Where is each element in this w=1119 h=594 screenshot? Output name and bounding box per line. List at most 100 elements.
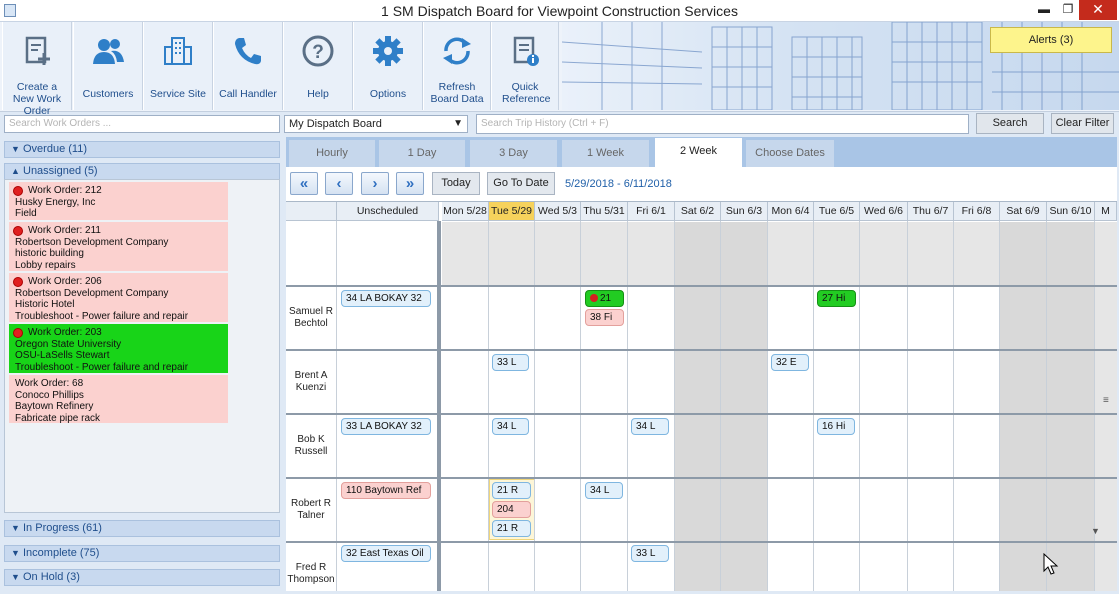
- tab-2-week[interactable]: 2 Week: [655, 138, 742, 167]
- scroll-grip-icon[interactable]: ≡: [1103, 395, 1109, 406]
- chevron-down-icon: ▼: [11, 144, 20, 154]
- refresh-icon: [443, 37, 471, 65]
- today-button[interactable]: Today: [432, 172, 480, 195]
- day-header[interactable]: Mon 6/4: [768, 202, 814, 221]
- trip-chip[interactable]: 32 East Texas Oil: [341, 545, 431, 562]
- priority-dot-icon: [13, 226, 23, 236]
- day-header[interactable]: Mon 5/28: [442, 202, 489, 221]
- ribbon: Create a New Work Order Customers Servic…: [0, 22, 1119, 117]
- row-separator: [286, 413, 1117, 415]
- overflow-background: [1095, 287, 1117, 591]
- weekend-background: [675, 287, 768, 591]
- day-header[interactable]: Fri 6/8: [954, 202, 1000, 221]
- day-header[interactable]: Thu 6/7: [908, 202, 954, 221]
- day-header[interactable]: Tue 6/5: [814, 202, 860, 221]
- tech-row-label[interactable]: Samuel R Bechtol: [286, 306, 336, 330]
- trip-chip[interactable]: 33 L: [492, 354, 529, 371]
- day-header[interactable]: Wed 6/6: [860, 202, 908, 221]
- create-work-order-button[interactable]: Create a New Work Order: [2, 22, 72, 117]
- clear-filter-button[interactable]: Clear Filter: [1051, 113, 1114, 134]
- work-order-card-selected[interactable]: Work Order: 203 Oregon State University …: [9, 324, 228, 373]
- day-header[interactable]: Sun 6/3: [721, 202, 768, 221]
- trip-chip[interactable]: 204: [492, 501, 531, 518]
- trip-chip[interactable]: 33 L: [631, 545, 669, 562]
- trip-chip[interactable]: 33 LA BOKAY 32: [341, 418, 431, 435]
- trip-chip[interactable]: 110 Baytown Ref: [341, 482, 431, 499]
- schedule-grid: Unscheduled Mon 5/28 Tue 5/29 Wed 5/3 Th…: [286, 201, 1117, 591]
- minimize-button[interactable]: ▬: [1032, 0, 1056, 20]
- call-handler-button[interactable]: Call Handler: [213, 22, 283, 110]
- dispatch-board-select[interactable]: My Dispatch Board ▼: [284, 115, 468, 133]
- search-work-orders-input[interactable]: Search Work Orders ...: [4, 115, 280, 133]
- refresh-board-data-button[interactable]: Refresh Board Data: [423, 22, 491, 110]
- tab-1-week[interactable]: 1 Week: [562, 140, 649, 167]
- last-page-button[interactable]: »: [396, 172, 424, 195]
- day-header[interactable]: Thu 5/31: [581, 202, 628, 221]
- work-order-card[interactable]: Work Order: 68 Conoco Phillips Baytown R…: [9, 375, 228, 424]
- tech-row-label[interactable]: Robert R Talner: [286, 498, 336, 522]
- tech-row-label[interactable]: Bob K Russell: [286, 434, 336, 458]
- call-handler-label: Call Handler: [219, 88, 277, 100]
- day-header[interactable]: Sat 6/9: [1000, 202, 1047, 221]
- close-button[interactable]: ✕: [1079, 0, 1117, 20]
- phone-icon: [235, 38, 261, 65]
- trip-chip[interactable]: 34 LA BOKAY 32: [341, 290, 431, 307]
- priority-dot-icon: [13, 186, 23, 196]
- help-button[interactable]: ? Help: [283, 22, 353, 110]
- work-order-card[interactable]: Work Order: 211 Robertson Development Co…: [9, 222, 228, 271]
- trip-chip[interactable]: 21 R: [492, 520, 531, 537]
- row-separator: [286, 477, 1117, 479]
- tech-row-label[interactable]: Fred R Thompson: [286, 562, 336, 586]
- options-button[interactable]: Options: [353, 22, 423, 110]
- customers-button[interactable]: Customers: [73, 22, 143, 110]
- trip-chip[interactable]: 27 Hi: [817, 290, 856, 307]
- group-unassigned[interactable]: ▲ Unassigned (5): [4, 163, 280, 180]
- group-in-progress[interactable]: ▼ In Progress (61): [4, 520, 280, 537]
- search-trip-history-input[interactable]: Search Trip History (Ctrl + F): [476, 114, 969, 134]
- group-incomplete[interactable]: ▼ Incomplete (75): [4, 545, 280, 562]
- work-order-title: Work Order: 212: [28, 185, 102, 196]
- search-button[interactable]: Search: [976, 113, 1044, 134]
- work-order-card[interactable]: Work Order: 212 Husky Energy, Inc Field: [9, 182, 228, 220]
- day-header[interactable]: Sun 6/10: [1047, 202, 1095, 221]
- tech-row-label[interactable]: Brent A Kuenzi: [286, 370, 336, 394]
- trip-chip[interactable]: 21 R: [492, 482, 531, 499]
- group-on-hold[interactable]: ▼ On Hold (3): [4, 569, 280, 586]
- customers-icon: [93, 39, 124, 64]
- work-order-title: Work Order: 203: [28, 327, 102, 338]
- grid-line: [580, 221, 581, 591]
- day-header[interactable]: Sat 6/2: [675, 202, 721, 221]
- day-header-today[interactable]: Tue 5/29: [489, 202, 535, 221]
- trip-chip[interactable]: 34 L: [585, 482, 623, 499]
- trip-chip[interactable]: 16 Hi: [817, 418, 855, 435]
- tab-3-day[interactable]: 3 Day: [470, 140, 557, 167]
- quick-reference-button[interactable]: Quick Reference: [491, 22, 559, 110]
- priority-dot-icon: [13, 277, 23, 287]
- trip-chip[interactable]: 34 L: [492, 418, 529, 435]
- next-button[interactable]: ›: [361, 172, 389, 195]
- tab-choose-dates[interactable]: Choose Dates: [746, 140, 834, 167]
- tab-1-day[interactable]: 1 Day: [379, 140, 465, 167]
- day-header[interactable]: Fri 6/1: [628, 202, 675, 221]
- group-unassigned-label: Unassigned (5): [23, 165, 98, 177]
- service-site-button[interactable]: Service Site: [143, 22, 213, 110]
- chevron-down-icon: ▼: [453, 118, 463, 129]
- group-overdue[interactable]: ▼ Overdue (11): [4, 141, 280, 158]
- previous-button[interactable]: ‹: [325, 172, 353, 195]
- first-page-button[interactable]: «: [290, 172, 318, 195]
- priority-dot-icon: [13, 328, 23, 338]
- scroll-down-icon[interactable]: ▼: [1091, 526, 1100, 536]
- trip-chip[interactable]: 38 Fi: [585, 309, 624, 326]
- maximize-button[interactable]: ❐: [1056, 0, 1080, 20]
- tab-hourly[interactable]: Hourly: [289, 140, 375, 167]
- alerts-button[interactable]: Alerts (3): [990, 27, 1112, 53]
- trip-chip[interactable]: 34 L: [631, 418, 669, 435]
- work-order-card[interactable]: Work Order: 206 Robertson Development Co…: [9, 273, 228, 322]
- customers-label: Customers: [82, 88, 134, 100]
- trip-chip[interactable]: 21: [585, 290, 624, 307]
- day-header[interactable]: M: [1095, 202, 1117, 221]
- work-order-line: historic building: [15, 248, 84, 259]
- go-to-date-button[interactable]: Go To Date: [487, 172, 555, 195]
- day-header[interactable]: Wed 5/3: [535, 202, 581, 221]
- trip-chip[interactable]: 32 E: [771, 354, 809, 371]
